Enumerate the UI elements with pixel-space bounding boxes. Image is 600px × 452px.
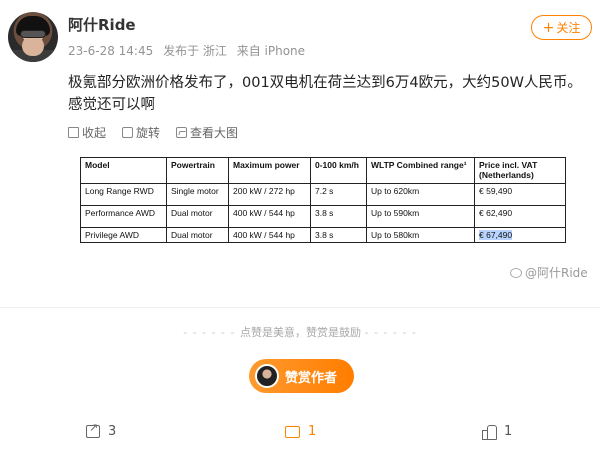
username[interactable]: 阿什Ride	[68, 14, 136, 35]
divider	[0, 307, 600, 308]
like-icon	[482, 425, 497, 440]
table-cell: Long Range RWD	[80, 183, 167, 206]
table-row: Performance AWD Dual motor 400 kW / 544 …	[80, 205, 566, 228]
post-device: 来自 iPhone	[236, 44, 306, 58]
follow-label: 关注	[556, 21, 581, 35]
post-location: 发布于 浙江	[163, 44, 227, 58]
table-header-row: Model Powertrain Maximum power 0-100 km/…	[80, 157, 566, 184]
share-button[interactable]: 3	[86, 421, 117, 439]
user-avatar[interactable]	[8, 12, 58, 62]
post-date: 23-6-28 14:45	[68, 44, 154, 58]
share-count: 3	[108, 424, 117, 439]
watermark-text: @阿什Ride	[525, 266, 588, 280]
post-text: 极氪部分欧洲价格发布了，001双电机在荷兰达到6万4欧元，大约50W人民币。感觉…	[68, 75, 582, 113]
table-cell: 400 kW / 544 hp	[228, 205, 311, 228]
plus-icon: +	[542, 19, 555, 36]
table-row: Long Range RWD Single motor 200 kW / 272…	[80, 183, 566, 206]
reward-author-button[interactable]: 赞赏作者	[249, 359, 354, 393]
table-cell: Up to 620km	[366, 183, 475, 206]
table-cell: Single motor	[166, 183, 229, 206]
image-actions: 收起 旋转 查看大图	[68, 124, 238, 141]
table-header: Model	[80, 157, 167, 184]
table-cell: 7.2 s	[310, 183, 367, 206]
follow-button[interactable]: + 关注	[531, 15, 592, 40]
table-cell: 3.8 s	[310, 205, 367, 228]
table-header: WLTP Combined range¹	[366, 157, 475, 184]
table-cell: Dual motor	[166, 205, 229, 228]
price-table-image[interactable]: Model Powertrain Maximum power 0-100 km/…	[80, 157, 566, 251]
like-count: 1	[504, 424, 513, 439]
hint-dash-left: - - - - - -	[183, 326, 240, 339]
post-meta: 23-6-28 14:45 发布于 浙江 来自 iPhone	[68, 42, 311, 59]
price-table: Model Powertrain Maximum power 0-100 km/…	[80, 157, 566, 243]
like-button[interactable]: 1	[482, 424, 513, 440]
bottom-action-bar: 3 1 1	[0, 418, 600, 448]
comment-icon	[285, 422, 300, 438]
rotate-button[interactable]: 旋转	[122, 124, 160, 141]
praise-hint: - - - - - - 点赞是美意，赞赏是鼓励 - - - - - -	[0, 324, 600, 340]
table-cell: € 59,490	[474, 183, 566, 206]
table-cell: 400 kW / 544 hp	[228, 227, 311, 243]
view-large-label: 查看大图	[190, 126, 239, 140]
table-cell: Up to 590km	[366, 205, 475, 228]
rotate-icon	[122, 127, 134, 138]
reward-label: 赞赏作者	[285, 370, 338, 386]
post-header: 阿什Ride 23-6-28 14:45 发布于 浙江 来自 iPhone + …	[0, 0, 600, 68]
table-header: Price incl. VAT (Netherlands)	[474, 157, 566, 184]
table-cell: Up to 580km	[366, 227, 475, 243]
weibo-logo-icon	[510, 267, 522, 278]
table-header: Powertrain	[166, 157, 229, 184]
view-large-button[interactable]: 查看大图	[176, 124, 238, 141]
praise-hint-text: 点赞是美意，赞赏是鼓励	[239, 326, 361, 339]
table-cell: Performance AWD	[80, 205, 167, 228]
table-cell: Privilege AWD	[80, 227, 167, 243]
collect-button[interactable]: 收起	[68, 124, 106, 141]
comment-button[interactable]: 1	[285, 422, 317, 439]
image-watermark: @阿什Ride	[510, 264, 588, 281]
table-header: 0-100 km/h	[310, 157, 367, 184]
table-cell: 3.8 s	[310, 227, 367, 243]
hint-dash-right: - - - - - -	[364, 326, 417, 339]
author-avatar-small	[255, 364, 279, 388]
highlighted-price: € 67,490	[479, 230, 513, 240]
table-cell: Dual motor	[166, 227, 229, 243]
share-icon	[86, 421, 100, 438]
table-header: Maximum power	[228, 157, 311, 184]
table-row: Privilege AWD Dual motor 400 kW / 544 hp…	[80, 227, 566, 243]
comment-count: 1	[308, 424, 317, 439]
rotate-label: 旋转	[136, 126, 161, 140]
table-cell: 200 kW / 272 hp	[228, 183, 311, 206]
table-cell: € 62,490	[474, 205, 566, 228]
table-cell-highlighted: € 67,490	[474, 227, 566, 243]
view-image-icon	[176, 127, 188, 138]
collect-label: 收起	[82, 126, 107, 140]
bookmark-icon	[68, 127, 79, 138]
